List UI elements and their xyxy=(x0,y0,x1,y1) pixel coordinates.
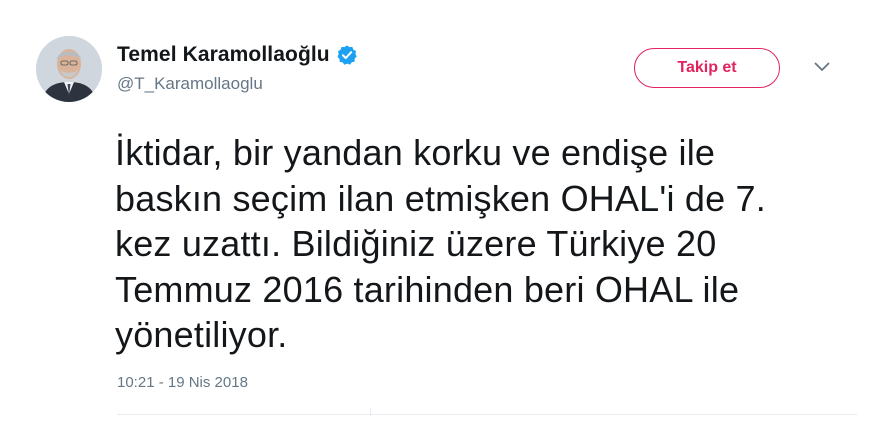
user-info: Temel Karamollaoğlu @T_Karamollaoglu xyxy=(117,42,358,94)
display-name[interactable]: Temel Karamollaoğlu xyxy=(117,43,330,67)
avatar[interactable] xyxy=(36,36,102,102)
chevron-down-icon xyxy=(814,59,830,77)
divider-tick xyxy=(370,408,371,416)
user-handle[interactable]: @T_Karamollaoglu xyxy=(117,74,358,94)
tweet-timestamp[interactable]: 10:21 - 19 Nis 2018 xyxy=(117,374,248,391)
verified-badge-icon xyxy=(336,44,358,66)
tweet-menu-button[interactable] xyxy=(808,56,836,80)
divider xyxy=(117,414,857,415)
tweet-card: Temel Karamollaoğlu @T_Karamollaoglu Tak… xyxy=(0,0,880,424)
tweet-text: İktidar, bir yandan korku ve endişe ile … xyxy=(115,132,766,355)
name-row: Temel Karamollaoğlu xyxy=(117,42,358,68)
avatar-image xyxy=(36,36,102,102)
follow-button[interactable]: Takip et xyxy=(634,48,780,88)
